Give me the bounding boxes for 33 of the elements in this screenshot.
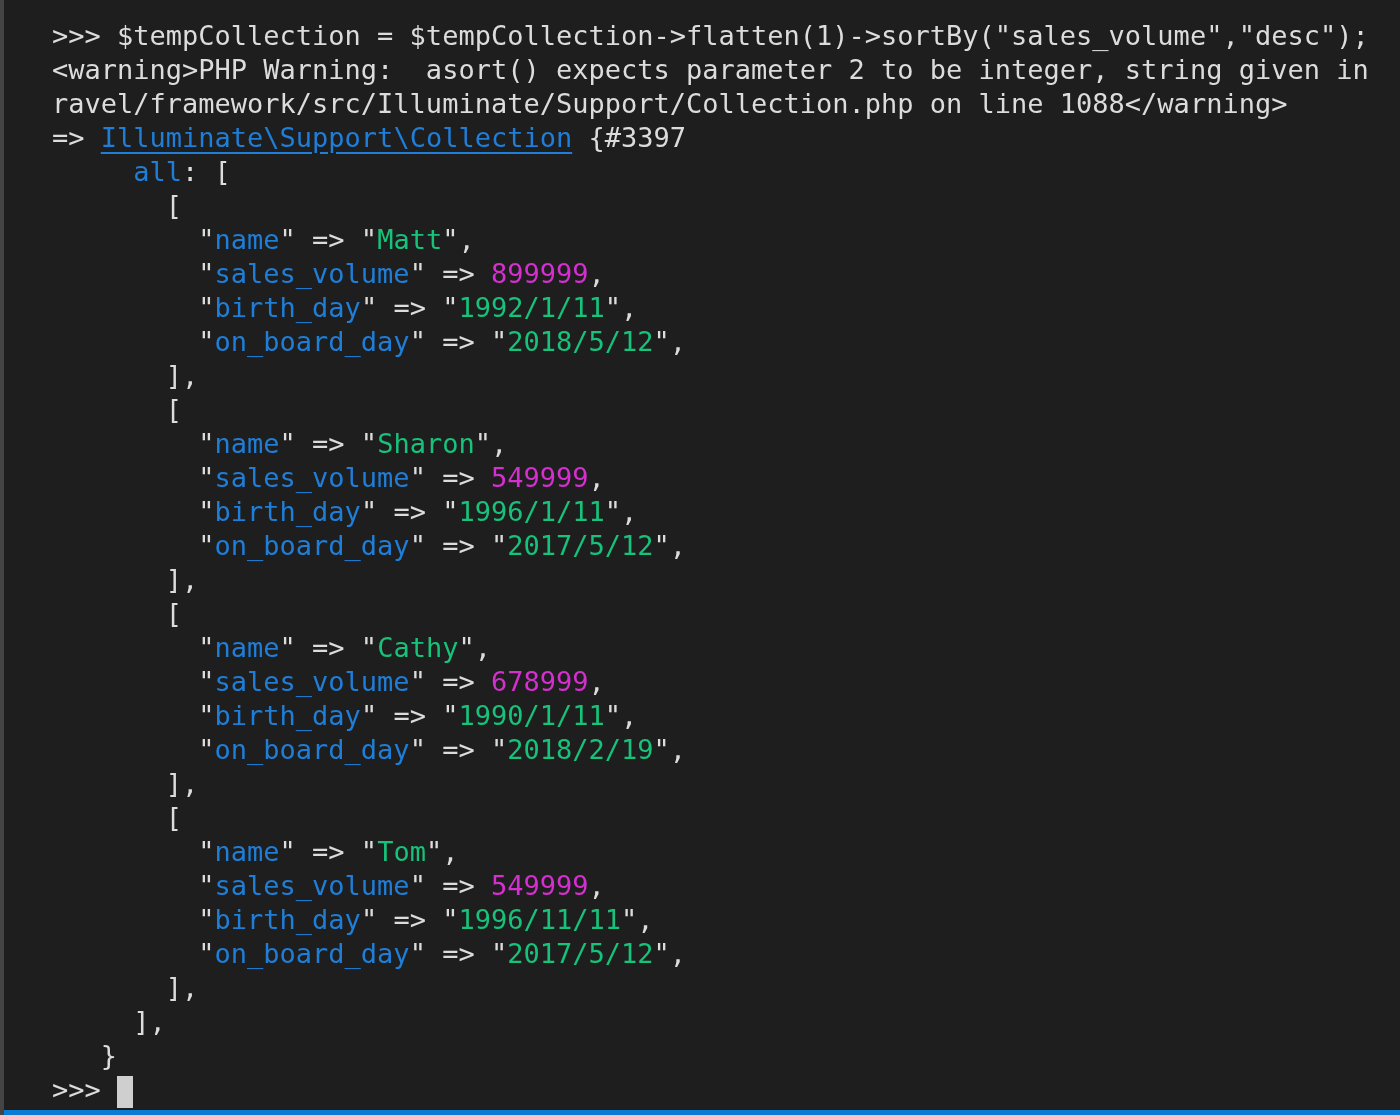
console-line: "birth_day" => "1996/11/11", [197,903,654,937]
console-line: [ [164,189,183,223]
console-line: "name" => "Sharon", [197,427,508,461]
console-line: ], [132,1005,166,1039]
class-link[interactable]: Illuminate\Support\Collection [100,122,573,153]
console-line: } [99,1039,118,1073]
console-line: [ [164,597,183,631]
console-line: "on_board_day" => "2018/2/19", [197,733,686,767]
console-line: <warning>PHP Warning: asort() expects parameter 2 to be integer, string given in [52,53,1369,87]
console-line: "sales_volume" => 549999, [197,869,605,903]
console-line: "birth_day" => "1996/1/11", [197,495,638,529]
console-line: "name" => "Tom", [197,835,459,869]
console-line: [ [164,393,183,427]
console-line: => Illuminate\Support\Collection {#3397 [52,121,686,155]
console-line: ravel/framework/src/Illuminate/Support/Collection.php on line 1088</warning> [52,87,1288,121]
console-line: ], [164,563,199,597]
console-line: "sales_volume" => 549999, [197,461,605,495]
console-line: ], [164,359,199,393]
console-line: "on_board_day" => "2017/5/12", [197,937,686,971]
console-line: "birth_day" => "1992/1/11", [197,291,638,325]
console-line: "on_board_day" => "2018/5/12", [197,325,686,359]
console-line: ], [164,767,199,801]
console-line: "sales_volume" => 899999, [197,257,605,291]
console-line: all: [ [132,155,231,189]
console-line: "birth_day" => "1990/1/11", [197,699,638,733]
console-line: "name" => "Matt", [197,223,475,257]
console-line: [ [164,801,183,835]
console-line: "name" => "Cathy", [197,631,491,665]
console-line: ], [164,971,199,1005]
console-line: "on_board_day" => "2017/5/12", [197,529,686,563]
console-line: >>> [52,1073,134,1107]
console-line: "sales_volume" => 678999, [197,665,605,699]
console-line: >>> $tempCollection = $tempCollection->flatten(1)->sortBy("sales_volume","desc"); [52,19,1369,53]
